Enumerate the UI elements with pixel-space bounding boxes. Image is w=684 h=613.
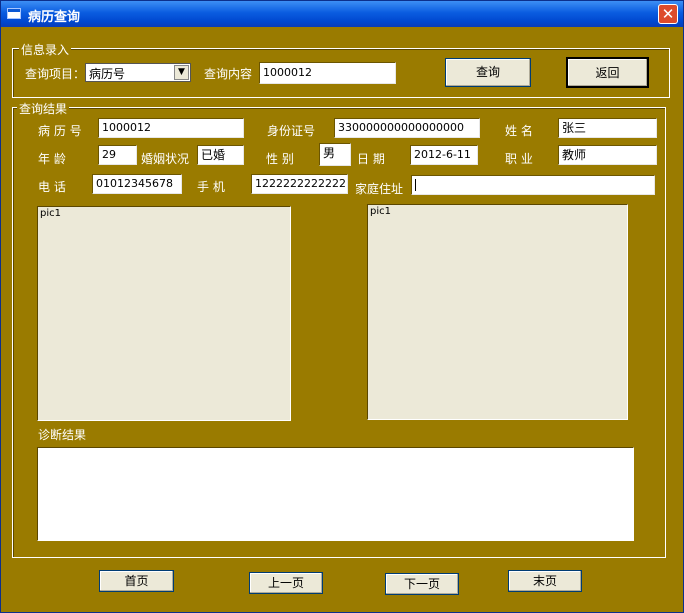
picture-box-right-label: pic1 bbox=[370, 206, 391, 217]
id-no-label: 身份证号 bbox=[267, 124, 316, 138]
address-field[interactable] bbox=[411, 175, 655, 195]
back-button[interactable]: 返回 bbox=[566, 57, 649, 88]
query-item-select[interactable]: 病历号 ▼ bbox=[85, 63, 191, 82]
close-icon[interactable]: ✕ bbox=[658, 4, 678, 24]
picture-box-left: pic1 bbox=[37, 206, 291, 421]
window-title: 病历查询 bbox=[28, 10, 81, 25]
result-group-legend: 查询结果 bbox=[17, 100, 70, 117]
record-no-field[interactable]: 1000012 bbox=[98, 118, 244, 138]
diagnosis-textarea[interactable] bbox=[37, 447, 634, 541]
name-field[interactable]: 张三 bbox=[558, 118, 657, 138]
gender-field[interactable]: 男 bbox=[319, 143, 351, 166]
next-page-button[interactable]: 下一页 bbox=[385, 573, 459, 595]
prev-page-button[interactable]: 上一页 bbox=[249, 572, 323, 594]
id-no-field[interactable]: 330000000000000000 bbox=[334, 118, 480, 138]
age-field[interactable]: 29 bbox=[98, 145, 137, 165]
query-item-label: 查询项目： bbox=[25, 67, 86, 81]
date-field[interactable]: 2012-6-11 bbox=[410, 145, 478, 165]
title-bar[interactable]: 病历查询 ✕ bbox=[1, 1, 683, 27]
record-no-label: 病 历 号 bbox=[38, 124, 82, 138]
input-group-legend: 信息录入 bbox=[19, 41, 72, 58]
window-icon bbox=[7, 8, 21, 19]
mobile-label: 手 机 bbox=[197, 180, 225, 194]
mobile-field[interactable]: 1222222222222 bbox=[251, 174, 348, 194]
query-content-input[interactable]: 1000012 bbox=[259, 62, 396, 84]
phone-label: 电 话 bbox=[38, 180, 66, 194]
occupation-label: 职 业 bbox=[505, 152, 533, 166]
text-caret bbox=[415, 179, 416, 191]
address-label: 家庭住址 bbox=[355, 182, 404, 196]
query-item-value: 病历号 bbox=[89, 67, 126, 81]
first-page-button[interactable]: 首页 bbox=[99, 570, 174, 592]
diagnosis-label: 诊断结果 bbox=[38, 428, 87, 442]
picture-box-left-label: pic1 bbox=[40, 208, 61, 219]
query-content-label: 查询内容 bbox=[204, 67, 253, 81]
phone-field[interactable]: 01012345678 bbox=[92, 174, 182, 194]
last-page-button[interactable]: 末页 bbox=[508, 570, 582, 592]
gender-label: 性 别 bbox=[266, 152, 294, 166]
occupation-field[interactable]: 教师 bbox=[558, 145, 657, 165]
picture-box-right: pic1 bbox=[367, 204, 628, 420]
query-button[interactable]: 查询 bbox=[445, 58, 531, 87]
age-label: 年 龄 bbox=[38, 152, 66, 166]
marital-label: 婚姻状况 bbox=[141, 152, 190, 166]
marital-field[interactable]: 已婚 bbox=[197, 145, 244, 165]
name-label: 姓 名 bbox=[505, 124, 533, 138]
patient-record-query-window: 病历查询 ✕ 信息录入 查询项目： 病历号 ▼ 查询内容 1000012 查询 … bbox=[0, 0, 684, 613]
date-label: 日 期 bbox=[357, 152, 385, 166]
chevron-down-icon[interactable]: ▼ bbox=[174, 65, 189, 80]
